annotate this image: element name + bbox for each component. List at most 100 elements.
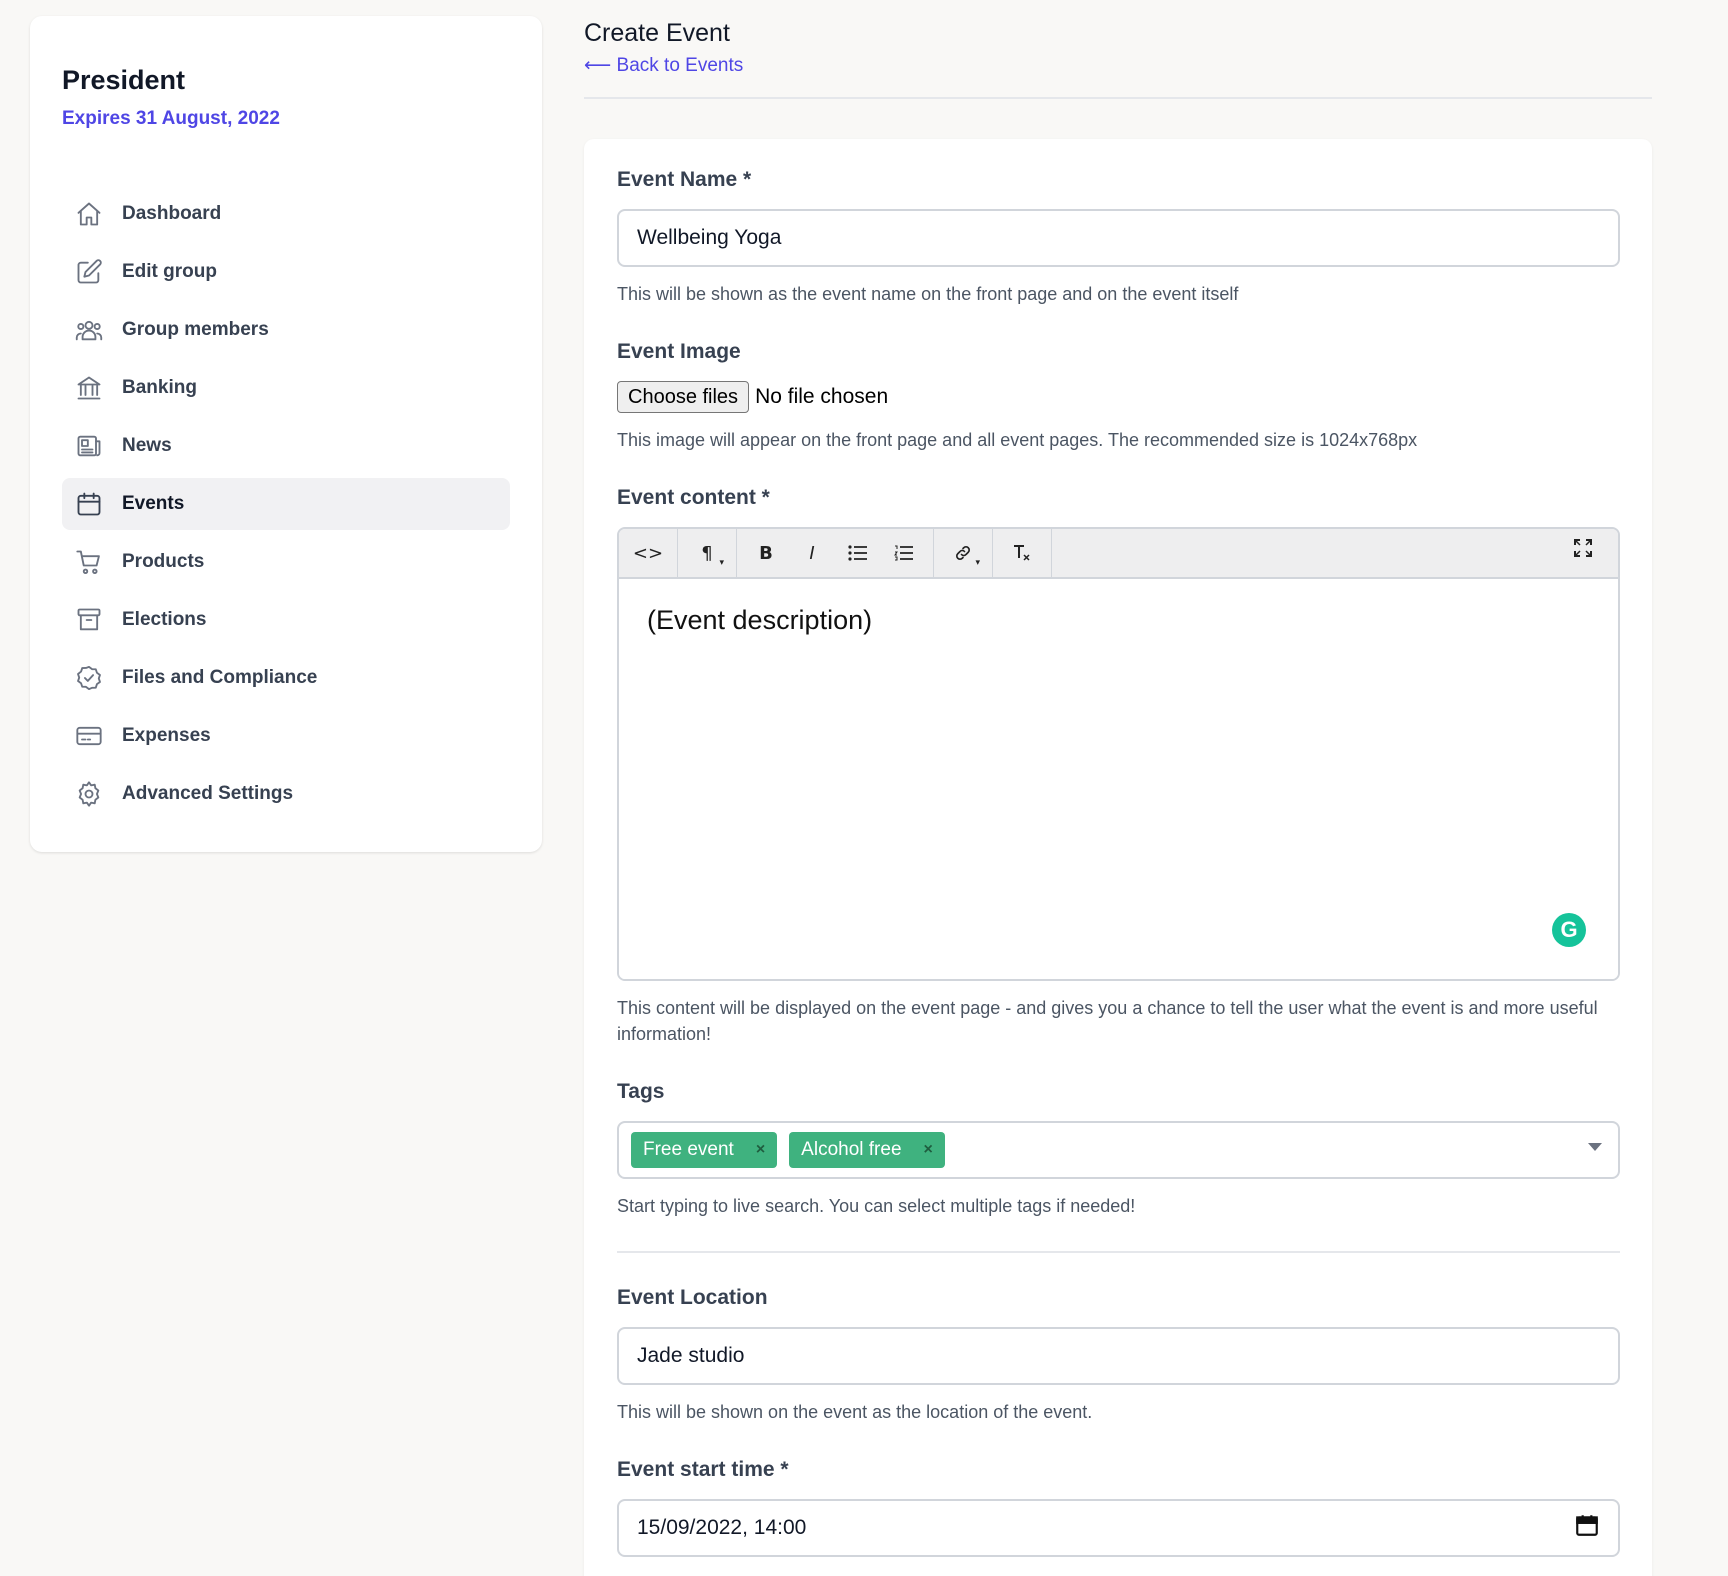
event-image-section: Event Image Choose files No file chosen … (617, 339, 1620, 453)
event-name-section: Event Name * Wellbeing Yoga This will be… (617, 167, 1620, 307)
membership-expiry: Expires 31 August, 2022 (62, 108, 280, 129)
sidebar-item-label: Advanced Settings (122, 783, 294, 804)
sidebar-item-label: Events (122, 493, 185, 514)
archive-icon (74, 605, 104, 635)
sidebar-item-group-members[interactable]: Group members (62, 304, 510, 356)
event-name-help: This will be shown as the event name on … (617, 284, 1239, 304)
tag-chip: Free event × (631, 1132, 778, 1168)
link-button[interactable]: ▾ (940, 534, 986, 572)
code-view-button[interactable]: <> (625, 534, 671, 572)
page-title: Create Event (584, 19, 730, 47)
event-location-input[interactable]: Jade studio (617, 1327, 1620, 1385)
sidebar-item-events[interactable]: Events (62, 478, 510, 530)
event-location-section: Event Location Jade studio This will be … (617, 1285, 1620, 1425)
header-divider (584, 97, 1652, 99)
caret-down-icon: ▾ (975, 558, 980, 568)
tags-section: Tags Free event × Alcohol free × Start t… (617, 1079, 1620, 1219)
sidebar-item-label: Group members (122, 319, 269, 340)
badge-check-icon (74, 663, 104, 693)
tag-chip: Alcohol free × (789, 1132, 945, 1168)
sidebar-item-elections[interactable]: Elections (62, 594, 510, 646)
bullet-list-button[interactable] (835, 534, 881, 572)
paragraph-icon: ¶ (701, 542, 713, 564)
numbered-list-button[interactable] (881, 534, 927, 572)
gear-icon (74, 779, 104, 809)
event-image-help: This image will appear on the front page… (617, 430, 1418, 450)
clear-format-icon (1014, 545, 1030, 561)
sidebar-item-files-and-compliance[interactable]: Files and Compliance (62, 652, 510, 704)
tags-help: Start typing to live search. You can sel… (617, 1196, 1136, 1216)
role-title: President (62, 65, 186, 95)
back-to-events-link[interactable]: ⟵ Back to Events (584, 54, 743, 77)
sidebar-item-label: Edit group (122, 261, 217, 282)
sidebar-item-edit-group[interactable]: Edit group (62, 246, 510, 298)
event-start-time-label: Event start time * (617, 1458, 789, 1481)
event-start-time-section: Event start time * 15/09/2022, 14:00 (617, 1457, 1620, 1557)
clear-formatting-button[interactable] (999, 534, 1045, 572)
sidebar-item-banking[interactable]: Banking (62, 362, 510, 414)
toolbar-group-format: B I (737, 529, 934, 577)
bank-icon (74, 373, 104, 403)
event-name-input[interactable]: Wellbeing Yoga (617, 209, 1620, 267)
sidebar-item-label: Elections (122, 609, 207, 630)
toolbar-group-code: <> (619, 529, 678, 577)
event-description-text: (Event description) (647, 605, 873, 635)
event-location-label: Event Location (617, 1286, 768, 1309)
paragraph-style-button[interactable]: ¶ ▾ (684, 534, 730, 572)
toolbar-group-clear (993, 529, 1052, 577)
editor-content-area[interactable]: (Event description) G (619, 579, 1618, 979)
rich-text-editor: <> ¶ ▾ B I ▾ (Event description) G (617, 527, 1620, 981)
sidebar-item-dashboard[interactable]: Dashboard (62, 188, 510, 240)
sidebar-item-label: News (122, 435, 172, 456)
calendar-icon (74, 489, 104, 519)
cart-icon (74, 547, 104, 577)
sidebar-item-label: Expenses (122, 725, 211, 746)
event-content-section: Event content * <> ¶ ▾ B I ▾ (Event desc… (617, 485, 1620, 1047)
numbered-list-icon (894, 545, 913, 561)
tags-select[interactable]: Free event × Alcohol free × (617, 1121, 1620, 1179)
event-image-file-input: Choose files No file chosen (617, 381, 1620, 413)
bold-button[interactable]: B (743, 534, 789, 572)
tag-label: Alcohol free (801, 1139, 902, 1160)
event-form-card: Event Name * Wellbeing Yoga This will be… (584, 139, 1652, 1576)
event-content-help: This content will be displayed on the ev… (617, 998, 1598, 1044)
sidebar: President Expires 31 August, 2022 Dashbo… (30, 16, 542, 852)
choose-files-button[interactable]: Choose files (617, 381, 750, 413)
toolbar-group-link: ▾ (934, 529, 993, 577)
caret-down-icon: ▾ (719, 558, 724, 568)
editor-toolbar: <> ¶ ▾ B I ▾ (619, 529, 1618, 579)
event-image-label: Event Image (617, 340, 741, 363)
home-icon (74, 199, 104, 229)
form-divider (617, 1251, 1620, 1253)
sidebar-item-label: Files and Compliance (122, 667, 318, 688)
event-location-help: This will be shown on the event as the l… (617, 1402, 1093, 1422)
toolbar-group-paragraph: ¶ ▾ (678, 529, 737, 577)
grammarly-icon[interactable]: G (1552, 913, 1586, 947)
newspaper-icon (74, 431, 104, 461)
fullscreen-button[interactable] (1560, 529, 1606, 567)
sidebar-item-expenses[interactable]: Expenses (62, 710, 510, 762)
link-icon (956, 546, 970, 560)
calendar-picker-icon[interactable] (1574, 1512, 1600, 1544)
sidebar-item-label: Banking (122, 377, 197, 398)
remove-tag-button[interactable]: × (756, 1141, 765, 1159)
tags-label: Tags (617, 1080, 665, 1103)
main-content: Create Event ⟵ Back to Events Event Name… (584, 0, 1652, 1576)
expand-icon (1574, 539, 1592, 557)
credit-card-icon (74, 721, 104, 751)
bullet-list-icon (848, 545, 867, 561)
sidebar-nav: Dashboard Edit group Group members Banki… (62, 188, 510, 820)
event-start-time-input[interactable]: 15/09/2022, 14:00 (617, 1499, 1620, 1557)
sidebar-item-label: Products (122, 551, 205, 572)
remove-tag-button[interactable]: × (924, 1141, 933, 1159)
tag-label: Free event (643, 1139, 734, 1160)
sidebar-item-products[interactable]: Products (62, 536, 510, 588)
edit-icon (74, 257, 104, 287)
sidebar-item-news[interactable]: News (62, 420, 510, 472)
sidebar-item-advanced-settings[interactable]: Advanced Settings (62, 768, 510, 820)
event-content-label: Event content * (617, 486, 770, 509)
italic-button[interactable]: I (789, 534, 835, 572)
sidebar-item-label: Dashboard (122, 203, 222, 224)
chevron-down-icon[interactable] (1588, 1143, 1602, 1151)
start-time-value: 15/09/2022, 14:00 (637, 1516, 807, 1539)
